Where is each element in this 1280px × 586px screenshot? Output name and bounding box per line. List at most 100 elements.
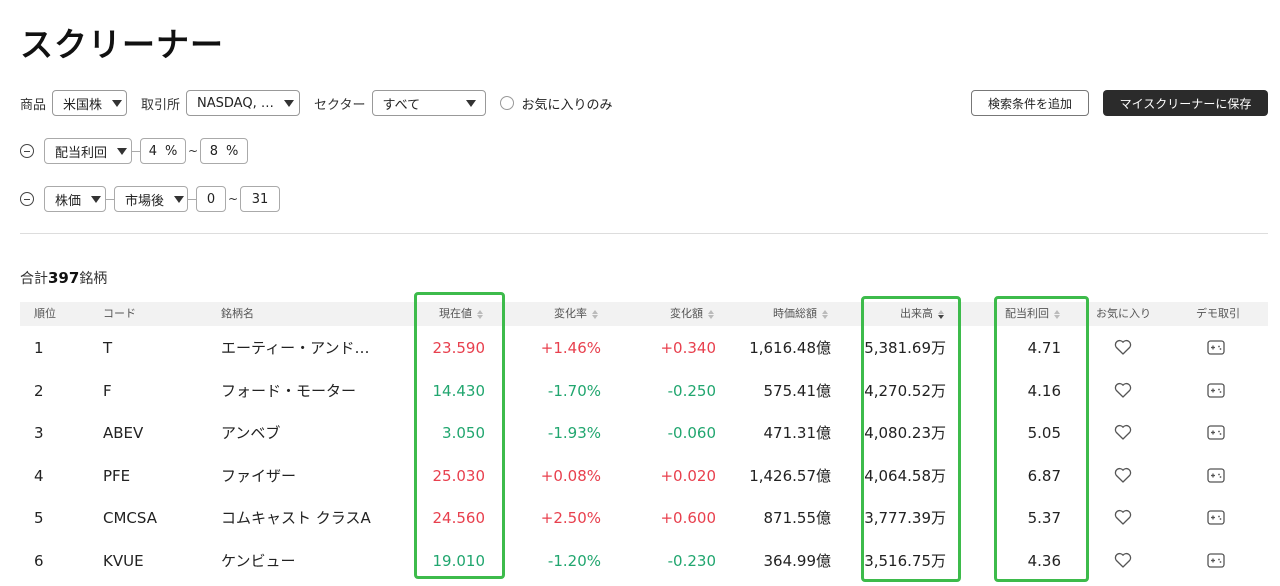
product-label: 商品 — [20, 97, 47, 113]
cell-volume: 4,080.23万 — [864, 424, 946, 443]
sort-icon — [708, 309, 714, 319]
range-separator: ~ — [188, 144, 199, 158]
table-row[interactable]: 5 CMCSA コムキャスト クラスA 24.560 +2.50% +0.600 871.5… — [20, 497, 1268, 539]
cell-change-amt: -0.060 — [667, 424, 716, 443]
cell-name[interactable]: フォード・モーター — [221, 370, 356, 412]
cell-rank: 1 — [34, 339, 44, 357]
condition-row-price: 株価 市場後 0 ~ 31 — [20, 186, 281, 212]
favorites-only-radio[interactable] — [499, 96, 514, 110]
condition-max-input[interactable]: 8 % — [200, 138, 249, 164]
heart-icon[interactable] — [1114, 339, 1132, 359]
cell-code[interactable]: PFE — [103, 455, 130, 497]
col-rank: 順位 — [34, 307, 56, 320]
cell-code[interactable]: KVUE — [103, 540, 144, 582]
chevron-down-icon — [112, 99, 123, 107]
cell-change-amt: -0.250 — [667, 381, 716, 400]
table-row[interactable]: 3 ABEV アンベブ 3.050 -1.93% -0.060 471.31億 4,080.2… — [20, 412, 1268, 454]
cell-name[interactable]: アンベブ — [221, 412, 280, 454]
product-select[interactable]: 米国株 — [52, 90, 128, 116]
heart-icon[interactable] — [1114, 552, 1132, 572]
col-change-amt: 変化額 — [670, 307, 703, 320]
favorites-only-label[interactable]: お気に入りのみ — [522, 94, 613, 113]
condition-field-select[interactable]: 配当利回 — [44, 138, 132, 164]
heart-icon[interactable] — [1114, 509, 1132, 529]
chevron-down-icon — [174, 195, 185, 203]
table-row[interactable]: 6 KVUE ケンビュー 19.010 -1.20% -0.230 364.99億 3,516… — [20, 540, 1268, 582]
sort-icon — [1054, 309, 1060, 319]
result-count-prefix: 合計 — [20, 271, 48, 287]
connector-line — [188, 198, 196, 200]
minus-circle-icon[interactable] — [20, 144, 34, 158]
cell-name[interactable]: コムキャスト クラスA — [221, 497, 371, 539]
table-row[interactable]: 1 T エーティー・アンド… 23.590 +1.46% +0.340 1,616.48億 5… — [20, 327, 1268, 369]
cell-code[interactable]: F — [103, 370, 112, 412]
save-screener-button[interactable]: マイスクリーナーに保存 — [1103, 90, 1268, 116]
cell-market-cap: 1,616.48億 — [749, 339, 831, 357]
cell-market-cap: 364.99億 — [763, 552, 832, 570]
cell-volume: 4,064.58万 — [864, 466, 946, 485]
cell-market-cap: 471.31億 — [763, 424, 832, 443]
cell-price: 19.010 — [432, 552, 486, 570]
cell-name[interactable]: ケンビュー — [221, 540, 296, 582]
col-volume-header[interactable]: 出来高 — [900, 302, 944, 326]
table-row[interactable]: 4 PFE ファイザー 25.030 +0.08% +0.020 1,426.57億 4,06… — [20, 455, 1268, 497]
table-row[interactable]: 2 F フォード・モーター 14.430 -1.70% -0.250 575.41億 4,27… — [20, 370, 1268, 412]
heart-icon[interactable] — [1114, 382, 1132, 402]
cell-dividend-yield: 5.37 — [1027, 509, 1061, 528]
cell-code[interactable]: CMCSA — [103, 497, 157, 539]
gamepad-icon[interactable] — [1206, 424, 1226, 446]
condition-max-input[interactable]: 31 — [240, 186, 281, 212]
gamepad-icon[interactable] — [1206, 467, 1226, 489]
col-dividend-header[interactable]: 配当利回 — [1005, 302, 1060, 326]
product-select-value: 米国株 — [63, 97, 103, 113]
col-change-pct-header[interactable]: 変化率 — [554, 302, 598, 326]
gamepad-icon[interactable] — [1206, 552, 1226, 574]
cell-name[interactable]: エーティー・アンド… — [221, 327, 370, 369]
col-demo-trade: デモ取引 — [1196, 307, 1240, 320]
sector-select[interactable]: すべて — [371, 90, 486, 116]
gamepad-icon[interactable] — [1206, 382, 1226, 404]
col-market-cap: 時価総額 — [773, 307, 817, 320]
cell-volume: 4,270.52万 — [864, 381, 946, 400]
col-price: 現在値 — [439, 307, 472, 320]
heart-icon[interactable] — [1114, 467, 1132, 487]
gamepad-icon[interactable] — [1206, 339, 1226, 361]
cell-market-cap: 1,426.57億 — [749, 466, 831, 485]
cell-change-pct: +2.50% — [540, 509, 601, 528]
minus-circle-icon[interactable] — [20, 192, 34, 206]
gamepad-icon[interactable] — [1206, 509, 1226, 531]
condition-min-input[interactable]: 4 % — [140, 138, 186, 164]
cell-dividend-yield: 6.87 — [1027, 466, 1061, 485]
cell-market-cap: 575.41億 — [763, 381, 832, 400]
cell-change-pct: -1.93% — [547, 424, 601, 443]
cell-name[interactable]: ファイザー — [221, 455, 296, 497]
cell-code[interactable]: ABEV — [103, 412, 143, 454]
condition-min-input[interactable]: 0 — [196, 186, 226, 212]
cell-change-pct: -1.70% — [547, 381, 601, 400]
exchange-select[interactable]: NASDAQ, … — [186, 90, 301, 116]
condition-session-select[interactable]: 市場後 — [114, 186, 188, 212]
cell-rank: 4 — [34, 466, 44, 485]
col-dividend: 配当利回 — [1005, 307, 1049, 320]
table-header: 順位 コード 銘柄名 現在値 変化率 変化額 時価総額 出来高 配当利回 お気に… — [20, 302, 1268, 326]
cell-price: 25.030 — [432, 466, 486, 485]
heart-icon[interactable] — [1114, 424, 1132, 444]
sort-icon — [822, 309, 828, 319]
condition-field-value: 配当利回 — [55, 145, 108, 161]
col-price-header[interactable]: 現在値 — [439, 302, 483, 326]
add-condition-button[interactable]: 検索条件を追加 — [971, 90, 1089, 116]
cell-rank: 6 — [34, 552, 44, 570]
condition-max-unit: % — [226, 143, 239, 159]
chevron-down-icon — [91, 195, 102, 203]
col-market-cap-header[interactable]: 時価総額 — [773, 302, 828, 326]
result-count-number: 397 — [48, 269, 80, 287]
sort-desc-icon — [938, 309, 944, 319]
cell-code[interactable]: T — [103, 327, 112, 369]
cell-volume: 5,381.69万 — [864, 339, 946, 357]
condition-field-select[interactable]: 株価 — [44, 186, 106, 212]
col-change-amt-header[interactable]: 変化額 — [670, 302, 714, 326]
sort-icon — [592, 309, 598, 319]
condition-row-dividend: 配当利回 4 % ~ 8 % — [20, 138, 249, 164]
cell-dividend-yield: 4.71 — [1027, 339, 1061, 357]
cell-price: 14.430 — [432, 381, 486, 400]
